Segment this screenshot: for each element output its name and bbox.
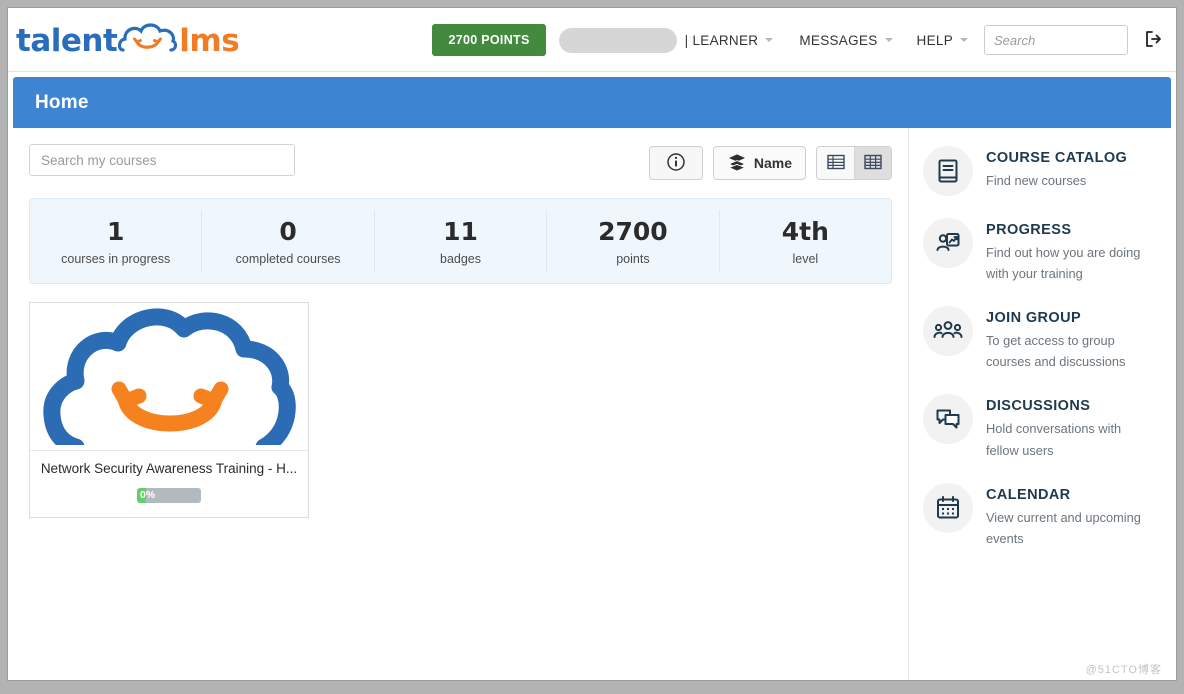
stat-label: badges	[440, 251, 482, 266]
stat-courses-in-progress: 1 courses in progress	[30, 210, 201, 271]
stat-label: courses in progress	[61, 251, 171, 266]
search-my-courses-input[interactable]	[29, 144, 295, 176]
top-header: talent lms 2700 POINTS | LEARNER MESSAGE…	[8, 8, 1176, 72]
sidebar-item-progress[interactable]: PROGRESS Find out how you are doing with…	[923, 218, 1156, 284]
sidebar-text: PROGRESS Find out how you are doing with…	[986, 218, 1156, 284]
brand-text-lms: lms	[179, 23, 240, 59]
course-title: Network Security Awareness Training - H.…	[40, 461, 298, 476]
progress-person-chart-icon	[923, 218, 973, 268]
course-card-body: Network Security Awareness Training - H.…	[30, 451, 308, 517]
stats-bar: 1 courses in progress 0 completed course…	[29, 198, 892, 284]
sidebar-desc: Find out how you are doing with your tra…	[986, 245, 1141, 282]
sort-button-label: Name	[753, 155, 792, 171]
sidebar-desc: View current and upcoming events	[986, 509, 1141, 546]
sidebar-item-course-catalog[interactable]: COURSE CATALOG Find new courses	[923, 146, 1156, 196]
progress-label: 0%	[140, 489, 156, 501]
stat-label: points	[616, 251, 650, 266]
nav-messages[interactable]: MESSAGES	[793, 33, 898, 48]
sidebar-text: DISCUSSIONS Hold conversations with fell…	[986, 394, 1156, 460]
sidebar-title: CALENDAR	[986, 486, 1071, 503]
stat-label: completed courses	[235, 251, 341, 266]
nav-learner-label: | LEARNER	[684, 32, 759, 48]
logout-button[interactable]	[1140, 27, 1166, 53]
logout-icon	[1143, 29, 1163, 52]
sidebar-item-join-group[interactable]: JOIN GROUP To get access to group course…	[923, 306, 1156, 372]
layers-icon	[727, 152, 747, 175]
nav-help[interactable]: HELP	[911, 33, 974, 48]
course-progress-bar: 0%	[137, 488, 201, 503]
course-thumbnail	[30, 303, 308, 451]
brand-logo[interactable]: talent lms	[16, 22, 240, 61]
chat-bubbles-icon	[923, 394, 973, 445]
talentlms-cloud-logo	[38, 303, 300, 450]
sidebar-title: DISCUSSIONS	[986, 398, 1091, 415]
chevron-down-icon	[884, 38, 893, 42]
cloud-smile-icon	[118, 22, 178, 61]
stat-completed-courses: 0 completed courses	[201, 210, 373, 272]
book-icon	[923, 146, 973, 196]
view-toggle-group	[816, 146, 892, 180]
sidebar-text: CALENDAR View current and upcoming event…	[986, 483, 1156, 549]
stat-value: 2700	[598, 217, 668, 247]
stat-value: 1	[107, 217, 125, 247]
sort-by-name-button[interactable]: Name	[712, 146, 806, 180]
stat-points: 2700 points	[546, 210, 718, 272]
stat-value: 4th	[781, 217, 829, 247]
page-frame: talent lms 2700 POINTS | LEARNER MESSAGE…	[8, 8, 1176, 680]
info-circle-icon	[666, 152, 686, 175]
right-sidebar: COURSE CATALOG Find new courses PROGRESS	[909, 128, 1170, 680]
list-view-button[interactable]	[817, 147, 854, 179]
course-grid: Network Security Awareness Training - H.…	[29, 302, 892, 518]
chevron-down-icon	[960, 38, 968, 42]
sidebar-title: JOIN GROUP	[986, 310, 1082, 327]
sidebar-desc: To get access to group courses and discu…	[986, 333, 1126, 370]
nav-help-label: HELP	[916, 32, 953, 48]
stat-value: 0	[279, 217, 297, 247]
list-view-icon	[826, 154, 845, 173]
sidebar-text: COURSE CATALOG Find new courses	[986, 146, 1127, 191]
grid-view-icon	[864, 154, 882, 173]
toolbar-buttons: Name	[648, 146, 892, 180]
info-button[interactable]	[648, 146, 703, 180]
sidebar-title: PROGRESS	[986, 222, 1072, 238]
sidebar-title: COURSE CATALOG	[986, 150, 1128, 166]
sidebar-desc: Hold conversations with fellow users	[986, 421, 1122, 458]
user-name-redacted[interactable]	[558, 27, 677, 53]
stat-level: 4th level	[718, 210, 891, 272]
page-title: Home	[35, 91, 89, 113]
header-search-input[interactable]	[984, 25, 1128, 55]
course-card[interactable]: Network Security Awareness Training - H.…	[29, 302, 309, 518]
header-right-group: 2700 POINTS | LEARNER MESSAGES HELP	[432, 8, 1166, 72]
page-title-bar: Home	[13, 77, 1171, 128]
nav-learner-role[interactable]: | LEARNER	[679, 33, 780, 48]
sidebar-desc: Find new courses	[986, 173, 1087, 188]
sidebar-item-calendar[interactable]: CALENDAR View current and upcoming event…	[923, 482, 1156, 549]
sidebar-text: JOIN GROUP To get access to group course…	[986, 306, 1156, 372]
stat-badges: 11 badges	[373, 210, 546, 272]
sidebar-item-discussions[interactable]: DISCUSSIONS Hold conversations with fell…	[923, 394, 1156, 460]
stat-label: level	[792, 251, 819, 266]
chevron-down-icon	[765, 38, 774, 42]
main-content: Name	[13, 128, 909, 680]
points-badge[interactable]: 2700 POINTS	[432, 24, 546, 56]
body-container: Name	[13, 128, 1171, 680]
watermark: @51CTO博客	[1085, 664, 1162, 676]
group-people-icon	[923, 306, 973, 357]
nav-messages-label: MESSAGES	[799, 32, 878, 48]
brand-text-talent: talent	[16, 23, 118, 59]
calendar-icon	[923, 482, 973, 533]
courses-toolbar: Name	[29, 144, 892, 186]
stat-value: 11	[443, 217, 478, 247]
grid-view-button[interactable]	[854, 147, 891, 179]
